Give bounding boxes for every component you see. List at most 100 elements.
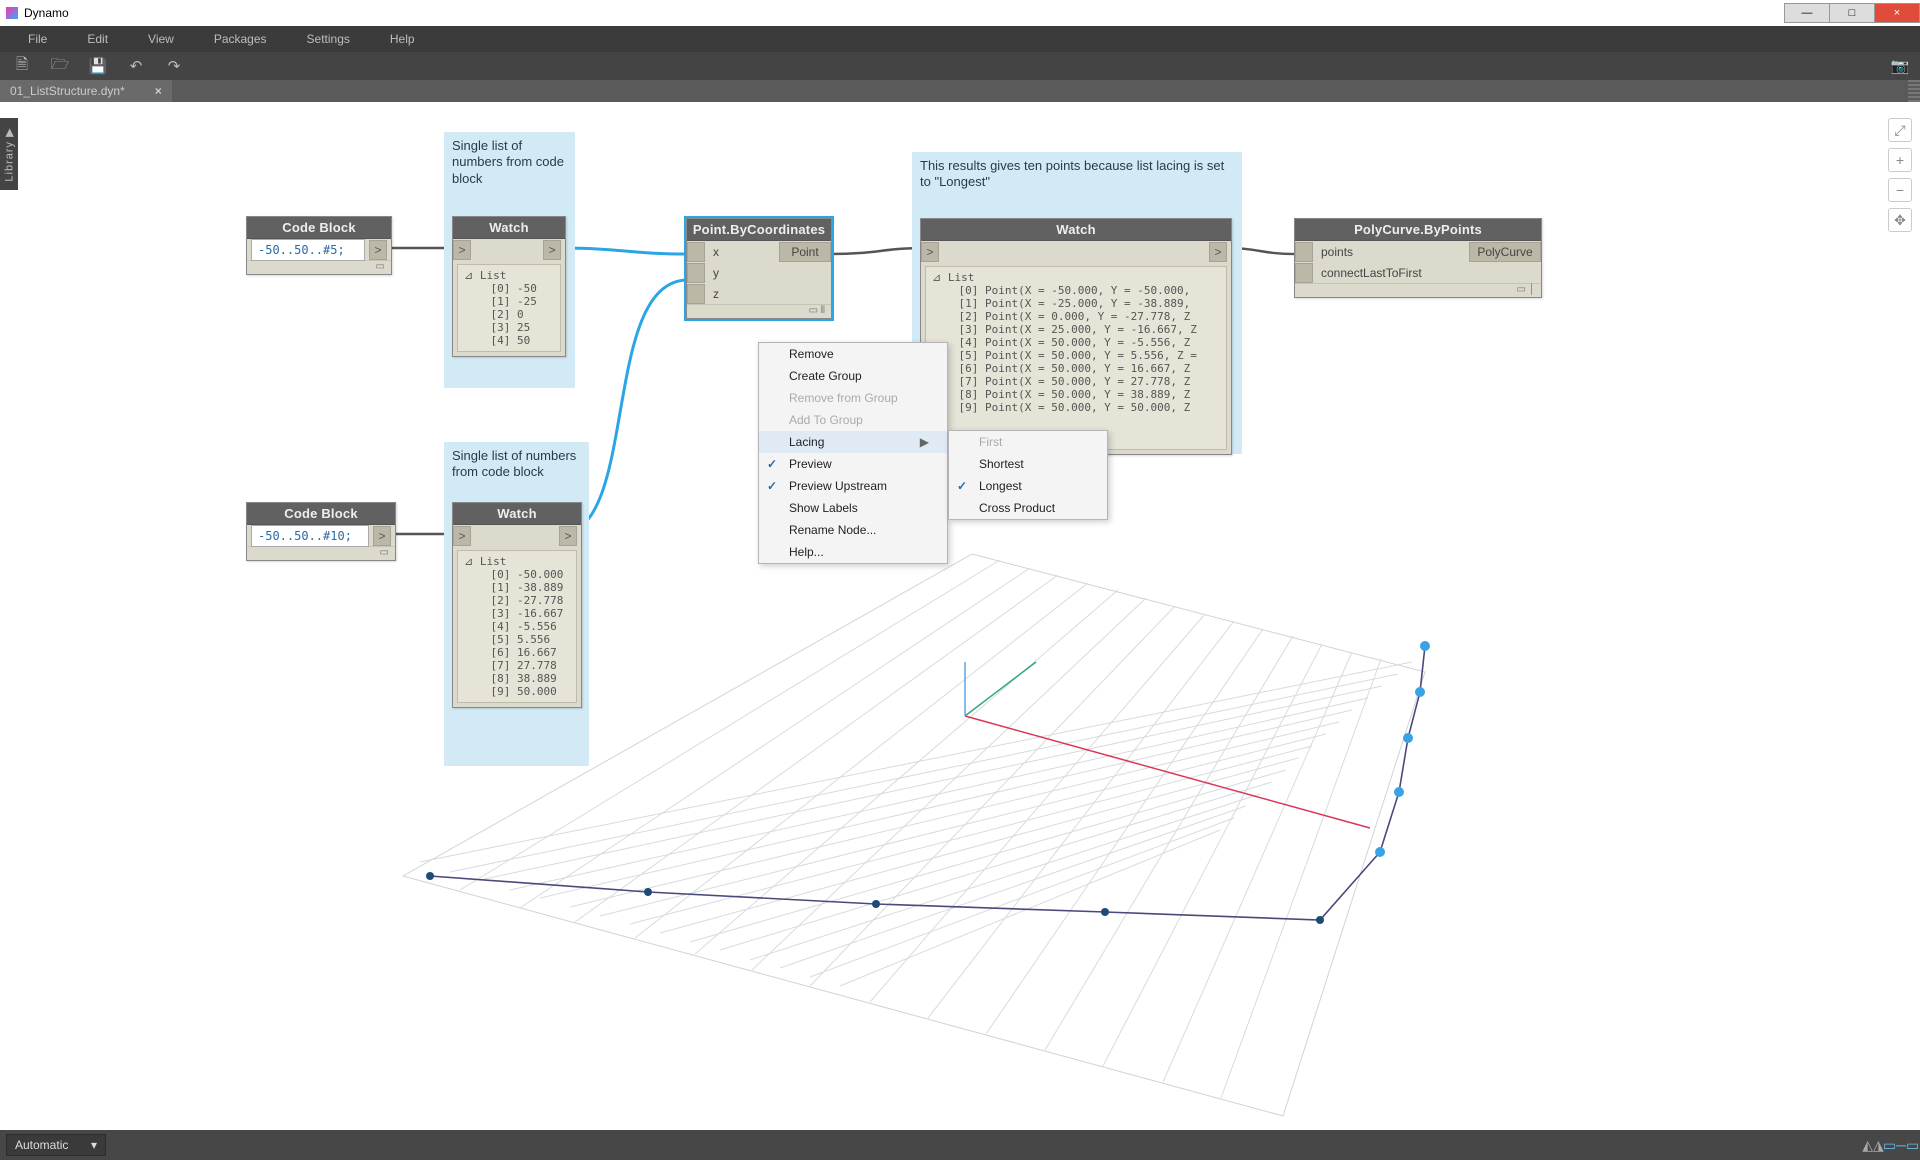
watch-output: ⊿ List [0] -50 [1] -25 [2] 0 [3] 25 [4] … xyxy=(457,264,561,352)
pan-icon[interactable]: ✥ xyxy=(1888,208,1912,232)
menu-file[interactable]: File xyxy=(8,27,67,51)
group-title: Single list of numbers from code block xyxy=(452,448,581,481)
window-minimize-button[interactable]: — xyxy=(1784,3,1830,23)
lacing-longest[interactable]: ✓Longest xyxy=(949,475,1107,497)
check-icon: ✓ xyxy=(957,479,967,493)
node-footer: ▭ xyxy=(247,260,391,274)
output-port[interactable]: > xyxy=(543,240,561,260)
lacing-submenu[interactable]: First Shortest ✓Longest Cross Product xyxy=(948,430,1108,520)
input-port-x[interactable] xyxy=(687,242,705,262)
menubar: File Edit View Packages Settings Help xyxy=(0,26,1920,52)
new-file-icon[interactable]: 🗎 xyxy=(8,55,36,77)
output-port[interactable]: > xyxy=(369,240,387,260)
library-panel-tab[interactable]: Library ▶ xyxy=(0,118,18,190)
node-watch-3[interactable]: Watch > > ⊿ List [0] Point(X = -50.000, … xyxy=(920,218,1232,455)
open-file-icon[interactable]: 🗁 xyxy=(46,55,74,77)
node-title: Code Block xyxy=(247,217,391,239)
code-input[interactable]: -50..50..#5; xyxy=(251,239,365,261)
input-port[interactable]: > xyxy=(453,240,471,260)
ctx-help[interactable]: Help... xyxy=(759,541,947,563)
input-port[interactable]: > xyxy=(453,526,471,546)
lacing-cross-product[interactable]: Cross Product xyxy=(949,497,1107,519)
redo-icon[interactable]: ↷ xyxy=(160,55,188,77)
library-label: Library ▶ xyxy=(3,127,16,181)
node-watch-1[interactable]: Watch > > ⊿ List [0] -50 [1] -25 [2] 0 [… xyxy=(452,216,566,357)
node-title: Watch xyxy=(453,217,565,239)
tab-grip-icon xyxy=(1908,80,1920,102)
toolbar: 🗎 🗁 💾 ↶ ↷ 📷 xyxy=(0,52,1920,80)
port-label: z xyxy=(709,287,719,301)
window-close-button[interactable]: × xyxy=(1874,3,1920,23)
camera-icon[interactable]: 📷 xyxy=(1886,55,1914,77)
chevron-down-icon: ▾ xyxy=(91,1138,97,1152)
app-title: Dynamo xyxy=(24,6,69,20)
ctx-show-labels[interactable]: Show Labels xyxy=(759,497,947,519)
output-port[interactable]: > xyxy=(373,526,391,546)
input-port-connectlast[interactable] xyxy=(1295,263,1313,283)
fit-view-icon[interactable]: ⤢ xyxy=(1888,118,1912,142)
document-tab[interactable]: 01_ListStructure.dyn* × xyxy=(0,80,172,102)
window-controls: — □ × xyxy=(1785,3,1920,23)
group-title: This results gives ten points because li… xyxy=(920,158,1234,191)
statusbar: Automatic ▾ ◭◮ ▭─▭ xyxy=(0,1130,1920,1160)
node-title: Watch xyxy=(921,219,1231,241)
output-port[interactable]: > xyxy=(559,526,577,546)
graph-view-icon[interactable]: ▭─▭ xyxy=(1890,1136,1912,1154)
zoom-in-icon[interactable]: + xyxy=(1888,148,1912,172)
group-title: Single list of numbers from code block xyxy=(452,138,567,187)
document-tab-close-icon[interactable]: × xyxy=(155,84,162,98)
menu-view[interactable]: View xyxy=(128,27,194,51)
save-icon[interactable]: 💾 xyxy=(84,55,112,77)
zoom-out-icon[interactable]: − xyxy=(1888,178,1912,202)
chevron-right-icon: ▶ xyxy=(900,435,929,449)
ctx-remove[interactable]: Remove xyxy=(759,343,947,365)
node-polycurve-bypoints[interactable]: PolyCurve.ByPoints points PolyCurve conn… xyxy=(1294,218,1542,298)
app-icon xyxy=(6,7,18,19)
watch-output: ⊿ List [0] Point(X = -50.000, Y = -50.00… xyxy=(925,266,1227,450)
menu-settings[interactable]: Settings xyxy=(287,27,370,51)
ctx-add-to-group: Add To Group xyxy=(759,409,947,431)
menu-edit[interactable]: Edit xyxy=(67,27,128,51)
run-mode-dropdown[interactable]: Automatic ▾ xyxy=(6,1134,106,1156)
menu-help[interactable]: Help xyxy=(370,27,435,51)
window-titlebar: Dynamo — □ × xyxy=(0,0,1920,26)
node-footer: ▭ xyxy=(247,546,395,560)
node-watch-2[interactable]: Watch > > ⊿ List [0] -50.000 [1] -38.889… xyxy=(452,502,582,708)
port-label: y xyxy=(709,266,719,280)
input-port-y[interactable] xyxy=(687,263,705,283)
window-maximize-button[interactable]: □ xyxy=(1829,3,1875,23)
ctx-preview-upstream[interactable]: ✓Preview Upstream xyxy=(759,475,947,497)
undo-icon[interactable]: ↶ xyxy=(122,55,150,77)
run-mode-label: Automatic xyxy=(15,1138,68,1152)
lacing-first: First xyxy=(949,431,1107,453)
node-point-bycoordinates[interactable]: Point.ByCoordinates x Point y z ▭ ⫴ xyxy=(686,218,832,319)
input-port-z[interactable] xyxy=(687,284,705,304)
node-footer: ▭ ⫴ xyxy=(687,304,831,318)
ctx-preview[interactable]: ✓Preview xyxy=(759,453,947,475)
graph-canvas[interactable]: Single list of numbers from code block S… xyxy=(0,102,1920,1130)
port-label: connectLastToFirst xyxy=(1317,266,1422,280)
node-title: Watch xyxy=(453,503,581,525)
port-label: x xyxy=(709,245,719,259)
node-codeblock-1[interactable]: Code Block -50..50..#5; > ▭ xyxy=(246,216,392,275)
input-port[interactable]: > xyxy=(921,242,939,262)
input-port-points[interactable] xyxy=(1295,242,1313,262)
lacing-shortest[interactable]: Shortest xyxy=(949,453,1107,475)
code-input[interactable]: -50..50..#10; xyxy=(251,525,369,547)
node-footer: ▭ │ xyxy=(1295,283,1541,297)
node-title: Code Block xyxy=(247,503,395,525)
output-port[interactable]: > xyxy=(1209,242,1227,262)
output-port[interactable]: PolyCurve xyxy=(1469,242,1541,262)
ctx-lacing[interactable]: Lacing▶ xyxy=(759,431,947,453)
node-codeblock-2[interactable]: Code Block -50..50..#10; > ▭ xyxy=(246,502,396,561)
menu-packages[interactable]: Packages xyxy=(194,27,287,51)
ctx-create-group[interactable]: Create Group xyxy=(759,365,947,387)
check-icon: ✓ xyxy=(767,479,777,493)
output-port[interactable]: Point xyxy=(779,242,831,262)
context-menu[interactable]: Remove Create Group Remove from Group Ad… xyxy=(758,342,948,564)
geometry-preview-icon[interactable]: ◭◮ xyxy=(1862,1136,1884,1154)
node-title: Point.ByCoordinates xyxy=(687,219,831,241)
document-tab-label: 01_ListStructure.dyn* xyxy=(10,84,125,98)
ctx-rename-node[interactable]: Rename Node... xyxy=(759,519,947,541)
watch-output: ⊿ List [0] -50.000 [1] -38.889 [2] -27.7… xyxy=(457,550,577,703)
